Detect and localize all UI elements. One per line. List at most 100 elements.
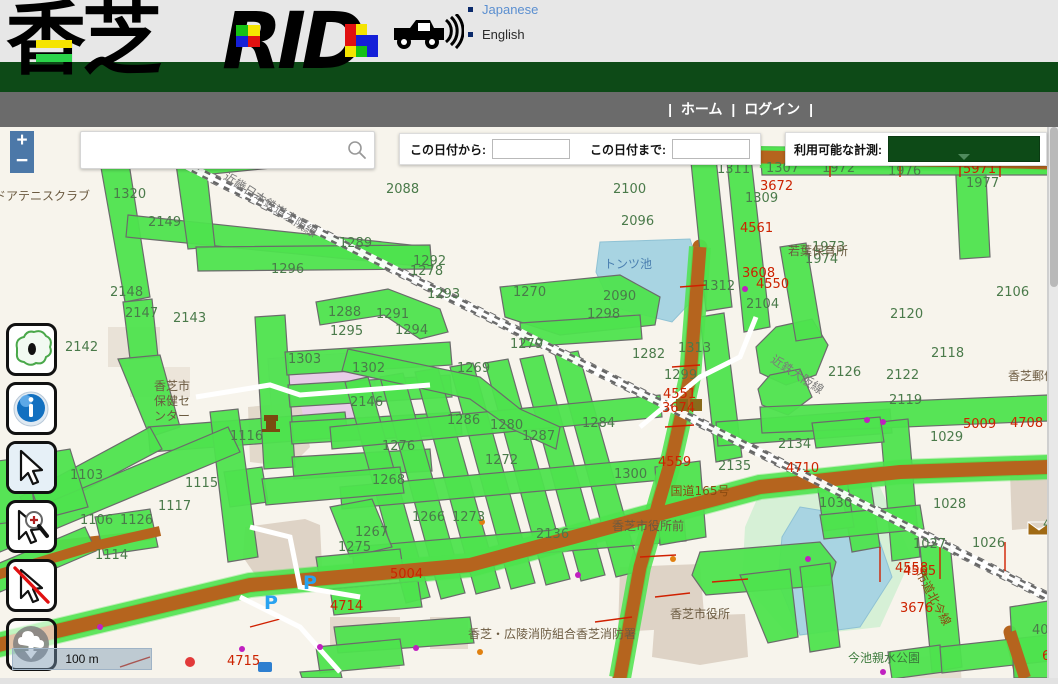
pothole-tool-button[interactable]: [6, 323, 57, 376]
road-segment-label: 1293: [427, 287, 460, 302]
road-segment-label: 2090: [603, 289, 636, 304]
language-option-english[interactable]: English: [468, 27, 538, 42]
logo-dash-green: [36, 54, 72, 62]
road-segment-label: 1299: [664, 368, 697, 383]
road-segment-label: 2100: [613, 182, 646, 197]
road-segment-label: 2143: [173, 311, 206, 326]
road-segment-label: 2142: [65, 340, 98, 355]
road-segment-label: 1026: [972, 536, 1005, 551]
navbar-separator-mid: |: [731, 101, 736, 117]
map-place-label: 若葉保育所: [788, 243, 848, 258]
road-segment-label: 1269: [457, 361, 490, 376]
road-segment-label: 2088: [386, 182, 419, 197]
map-vertical-scrollbar-thumb[interactable]: [1050, 127, 1058, 287]
logo-kanji-text: 香芝: [6, 0, 162, 86]
map-place-label: 近鉄大阪線: [768, 352, 827, 397]
date-from-label: この日付から:: [410, 142, 486, 157]
page-horizontal-scrollbar[interactable]: [0, 678, 1058, 684]
road-segment-label: 1296: [271, 262, 304, 277]
road-segment-label-red: 4710: [786, 461, 819, 476]
road-segment-label: 2106: [996, 285, 1029, 300]
road-segment-label: 2119: [889, 393, 922, 408]
road-segment-label: 1029: [930, 430, 963, 445]
road-segment-label: 2126: [828, 365, 861, 380]
application-root: 香芝 RID Japanese English | ホーム | ログイン | P…: [0, 0, 1058, 684]
map-place-label: 香芝郵便局: [1008, 368, 1048, 383]
road-segment-label: 2146: [350, 395, 383, 410]
road-segment-label-red: 4551: [663, 387, 696, 402]
measurement-panel: 利用可能な計測:: [785, 132, 1047, 166]
date-from-input[interactable]: [492, 139, 570, 159]
road-segment-label-red: 5009: [963, 417, 996, 432]
map-place-label: 今池親水公園: [848, 650, 920, 665]
map-canvas[interactable]: P P 132021512149214821472143214220882100…: [0, 127, 1048, 678]
map-place-label: 香芝市役所: [670, 606, 730, 621]
logo-swatch-blue: [236, 36, 248, 47]
road-segment-label: 1028: [933, 497, 966, 512]
road-segment-label: 2149: [148, 215, 181, 230]
nav-item-login[interactable]: ログイン: [744, 101, 800, 117]
road-segment-label-red: 4714: [330, 599, 363, 614]
road-segment-label: 2147: [125, 306, 158, 321]
road-segment-label: 2096: [621, 214, 654, 229]
road-segment-label: 1312: [702, 279, 735, 294]
chevron-down-icon: [958, 154, 970, 160]
road-segment-label: 1282: [632, 347, 665, 362]
road-segment-label: 1291: [376, 307, 409, 322]
date-to-input[interactable]: [672, 139, 750, 159]
road-segment-label: 1976: [888, 164, 921, 179]
road-segment-label: 2120: [890, 307, 923, 322]
logo-swatch-green: [236, 25, 248, 36]
nav-item-home[interactable]: ホーム: [681, 101, 723, 117]
map-tool-stack: [6, 323, 57, 677]
road-segment-label: 2134: [778, 437, 811, 452]
road-segment-label: 2135: [718, 459, 751, 474]
road-segment-label-red: 3676: [900, 601, 933, 616]
search-box[interactable]: [80, 131, 375, 169]
map-place-label: 近畿日本鉄道大阪線: [221, 169, 320, 240]
road-segment-label-red: 4708: [1010, 416, 1043, 431]
measurement-select[interactable]: [888, 136, 1040, 162]
road-segment-label: 1267: [355, 525, 388, 540]
search-icon[interactable]: [340, 132, 374, 168]
road-segment-label: 1294: [395, 323, 428, 338]
date-filter-panel: この日付から: この日付まで:: [399, 133, 761, 165]
road-segment-label: 1273: [452, 510, 485, 525]
search-input[interactable]: [81, 133, 340, 167]
date-to-label: この日付まで:: [590, 142, 666, 157]
road-segment-label: 1272: [485, 453, 518, 468]
info-tool-button[interactable]: [6, 382, 57, 435]
navbar-links: | ホーム | ログイン |: [663, 92, 818, 127]
road-segment-label: 1298: [587, 307, 620, 322]
road-segment-label-red: 4559: [658, 455, 691, 470]
navbar-separator-right: |: [809, 101, 813, 117]
zoom-out-button[interactable]: −: [10, 150, 34, 173]
road-segment-label-red: 5004: [390, 567, 423, 582]
main-navbar: | ホーム | ログイン |: [0, 92, 1058, 127]
site-logo[interactable]: 香芝 RID: [4, 0, 464, 92]
select-add-tool-button[interactable]: [6, 500, 57, 553]
road-segment-label-red: 4715: [227, 654, 260, 669]
map-place-label: トンツ池: [604, 257, 652, 271]
map-place-label: 香芝市: [154, 378, 190, 393]
map-place-label: 香芝・広陵消防組合香芝消防署: [468, 626, 636, 641]
clear-selection-tool-button[interactable]: [6, 559, 57, 612]
logo-swatch-red: [248, 36, 260, 47]
road-segment-label: 1303: [288, 352, 321, 367]
road-segment-label: 2136: [536, 527, 569, 542]
road-segment-label: 1284: [582, 416, 615, 431]
select-tool-button[interactable]: [6, 441, 57, 494]
map-place-label: 香芝市役所前: [612, 518, 684, 533]
language-label-japanese: Japanese: [482, 2, 539, 17]
road-segment-label: 1302: [352, 361, 385, 376]
road-segment-label: 1276: [382, 439, 415, 454]
road-segment-label: 1114: [95, 548, 128, 563]
road-segment-label: 1320: [113, 187, 146, 202]
map-scale-label: 100 m: [65, 652, 99, 666]
map-place-label: インドアテニスクラブ: [0, 188, 90, 203]
map-vertical-scrollbar[interactable]: [1048, 127, 1058, 678]
language-option-japanese[interactable]: Japanese: [468, 2, 538, 17]
map-place-label: ンター: [154, 409, 190, 423]
measurement-label: 利用可能な計測:: [794, 142, 882, 157]
road-segment-label: 1115: [185, 476, 218, 491]
